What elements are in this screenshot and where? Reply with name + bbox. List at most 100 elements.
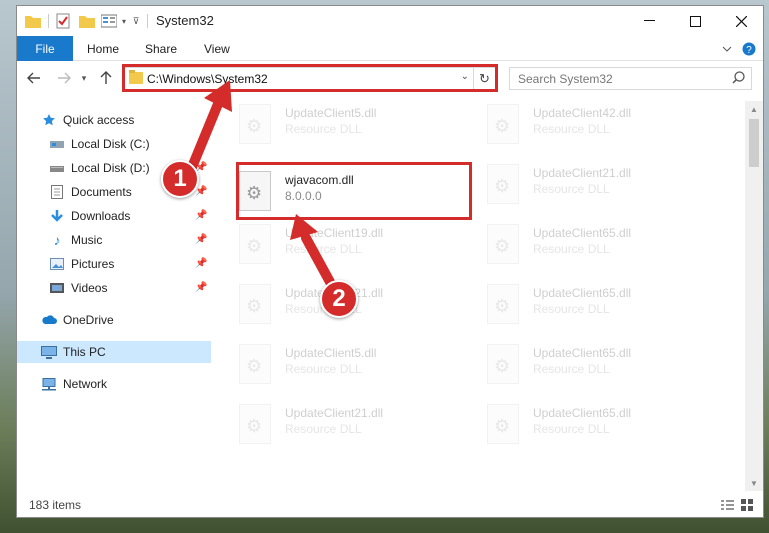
dll-file-icon xyxy=(487,344,519,384)
svg-text:?: ? xyxy=(746,45,752,56)
dll-file-icon xyxy=(487,284,519,324)
expand-ribbon-icon[interactable] xyxy=(719,41,735,57)
search-input[interactable]: Search System32 xyxy=(509,67,752,90)
drive-icon xyxy=(49,136,65,152)
pin-icon[interactable]: 📌 xyxy=(195,282,207,293)
recent-locations-icon[interactable]: ▾ xyxy=(79,69,89,87)
download-icon xyxy=(49,208,65,224)
ribbon-tabs: File Home Share View ? xyxy=(17,36,763,61)
address-highlight-box xyxy=(122,64,498,92)
folder-icon xyxy=(25,12,41,30)
vertical-scrollbar[interactable]: ▲ ▼ xyxy=(745,101,763,491)
toolbar-dropdown-icon[interactable]: ⊽ xyxy=(131,12,141,30)
sidebar-item-label: Pictures xyxy=(71,257,115,271)
file-name: wjavacom.dll xyxy=(285,173,354,187)
help-icon[interactable]: ? xyxy=(741,41,757,57)
sidebar-item-label: OneDrive xyxy=(63,313,114,327)
scrollbar-thumb[interactable] xyxy=(749,119,759,167)
customize-toolbar-icon[interactable] xyxy=(101,12,117,30)
sidebar-item-label: Network xyxy=(63,377,108,391)
scroll-down-icon[interactable]: ▼ xyxy=(745,475,763,491)
video-icon xyxy=(49,280,65,296)
sidebar-item-label: Music xyxy=(71,233,103,247)
dll-file-icon xyxy=(239,344,271,384)
details-view-icon[interactable] xyxy=(720,498,734,512)
sidebar-item-onedrive[interactable]: OneDrive xyxy=(41,309,211,331)
file-item[interactable]: UpdateClient65.dll Resource DLL xyxy=(469,218,709,268)
file-explorer-window: ▾ ⊽ System32 File Home Share View ? ▾ C:… xyxy=(16,5,764,518)
tab-share[interactable]: Share xyxy=(145,36,177,61)
sidebar-item-local-disk-c[interactable]: Local Disk (C:) xyxy=(49,133,211,155)
cloud-icon xyxy=(41,312,57,328)
dll-file-icon xyxy=(239,104,271,144)
search-icon[interactable] xyxy=(732,71,745,87)
dll-file-icon xyxy=(487,404,519,444)
file-item[interactable]: UpdateClient5.dll Resource DLL xyxy=(221,98,461,148)
large-icons-view-icon[interactable] xyxy=(740,498,754,512)
dll-file-icon xyxy=(239,284,271,324)
title-bar: ▾ ⊽ System32 xyxy=(17,6,763,36)
file-item[interactable]: UpdateClient21.dll Resource DLL xyxy=(469,158,709,208)
file-item[interactable]: UpdateClient19.dll Resource DLL xyxy=(221,218,461,268)
star-icon xyxy=(41,112,57,128)
sidebar-item-downloads[interactable]: Downloads xyxy=(49,205,211,227)
scroll-up-icon[interactable]: ▲ xyxy=(745,101,763,117)
tab-file[interactable]: File xyxy=(17,36,73,61)
forward-arrow-icon[interactable] xyxy=(55,69,73,87)
dll-file-icon xyxy=(239,171,271,211)
chevron-down-icon[interactable]: ▾ xyxy=(119,12,129,30)
up-arrow-icon[interactable] xyxy=(97,69,115,87)
sidebar-item-pictures[interactable]: Pictures xyxy=(49,253,211,275)
minimize-button[interactable] xyxy=(626,6,672,36)
file-item[interactable]: UpdateClient65.dll Resource DLL xyxy=(469,278,709,328)
file-item[interactable]: UpdateClient65.dll Resource DLL xyxy=(469,398,709,448)
sidebar-item-quick-access[interactable]: Quick access xyxy=(41,109,211,131)
tab-home[interactable]: Home xyxy=(87,36,119,61)
sidebar-item-label: Videos xyxy=(71,281,108,295)
sidebar-item-label: Local Disk (D:) xyxy=(71,161,150,175)
network-icon xyxy=(41,376,57,392)
sidebar-item-label: Downloads xyxy=(71,209,131,223)
file-item[interactable]: UpdateClient21.dll Resource DLL xyxy=(221,398,461,448)
sidebar-item-videos[interactable]: Videos xyxy=(49,277,211,299)
back-arrow-icon[interactable] xyxy=(25,69,43,87)
search-placeholder: Search System32 xyxy=(518,72,613,86)
dll-file-icon xyxy=(239,404,271,444)
pin-icon[interactable]: 📌 xyxy=(195,258,207,269)
sidebar-item-label: This PC xyxy=(63,345,106,359)
sidebar-item-music[interactable]: ♪ Music xyxy=(49,229,211,251)
document-icon xyxy=(49,184,65,200)
close-button[interactable] xyxy=(718,6,764,36)
file-highlight-box: wjavacom.dll 8.0.0.0 xyxy=(236,162,472,220)
dll-file-icon xyxy=(487,224,519,264)
picture-icon xyxy=(49,256,65,272)
file-version: 8.0.0.0 xyxy=(285,189,322,203)
drive-icon xyxy=(49,160,65,176)
file-item-wjavacom[interactable]: wjavacom.dll 8.0.0.0 xyxy=(221,165,461,215)
new-folder-icon[interactable] xyxy=(79,12,95,30)
navigation-bar: ▾ C:\Windows\System32 ⌄ ↻ Search System3… xyxy=(17,61,763,95)
status-bar: 183 items xyxy=(17,493,763,517)
properties-icon[interactable] xyxy=(55,12,71,30)
computer-icon xyxy=(41,344,57,360)
file-item[interactable]: UpdateClient42.dll Resource DLL xyxy=(469,98,709,148)
pin-icon[interactable]: 📌 xyxy=(195,210,207,221)
file-list: UpdateClient5.dll Resource DLL UpdateCli… xyxy=(221,98,743,493)
sidebar-item-label: Documents xyxy=(71,185,132,199)
dll-file-icon xyxy=(239,224,271,264)
dll-file-icon xyxy=(487,104,519,144)
tab-view[interactable]: View xyxy=(204,36,230,61)
pin-icon[interactable]: 📌 xyxy=(195,234,207,245)
item-count: 183 items xyxy=(29,498,82,512)
maximize-button[interactable] xyxy=(672,6,718,36)
sidebar-item-label: Local Disk (C:) xyxy=(71,137,150,151)
file-item[interactable]: UpdateClient65.dll Resource DLL xyxy=(469,338,709,388)
step-1-callout: 1 xyxy=(161,160,199,198)
sidebar-item-this-pc[interactable]: This PC xyxy=(17,341,211,363)
file-item[interactable]: UpdateClient5.dll Resource DLL xyxy=(221,338,461,388)
step-2-callout: 2 xyxy=(320,280,358,318)
sidebar-item-network[interactable]: Network xyxy=(41,373,211,395)
window-title: System32 xyxy=(156,13,214,28)
dll-file-icon xyxy=(487,164,519,204)
sidebar-item-label: Quick access xyxy=(63,113,135,127)
